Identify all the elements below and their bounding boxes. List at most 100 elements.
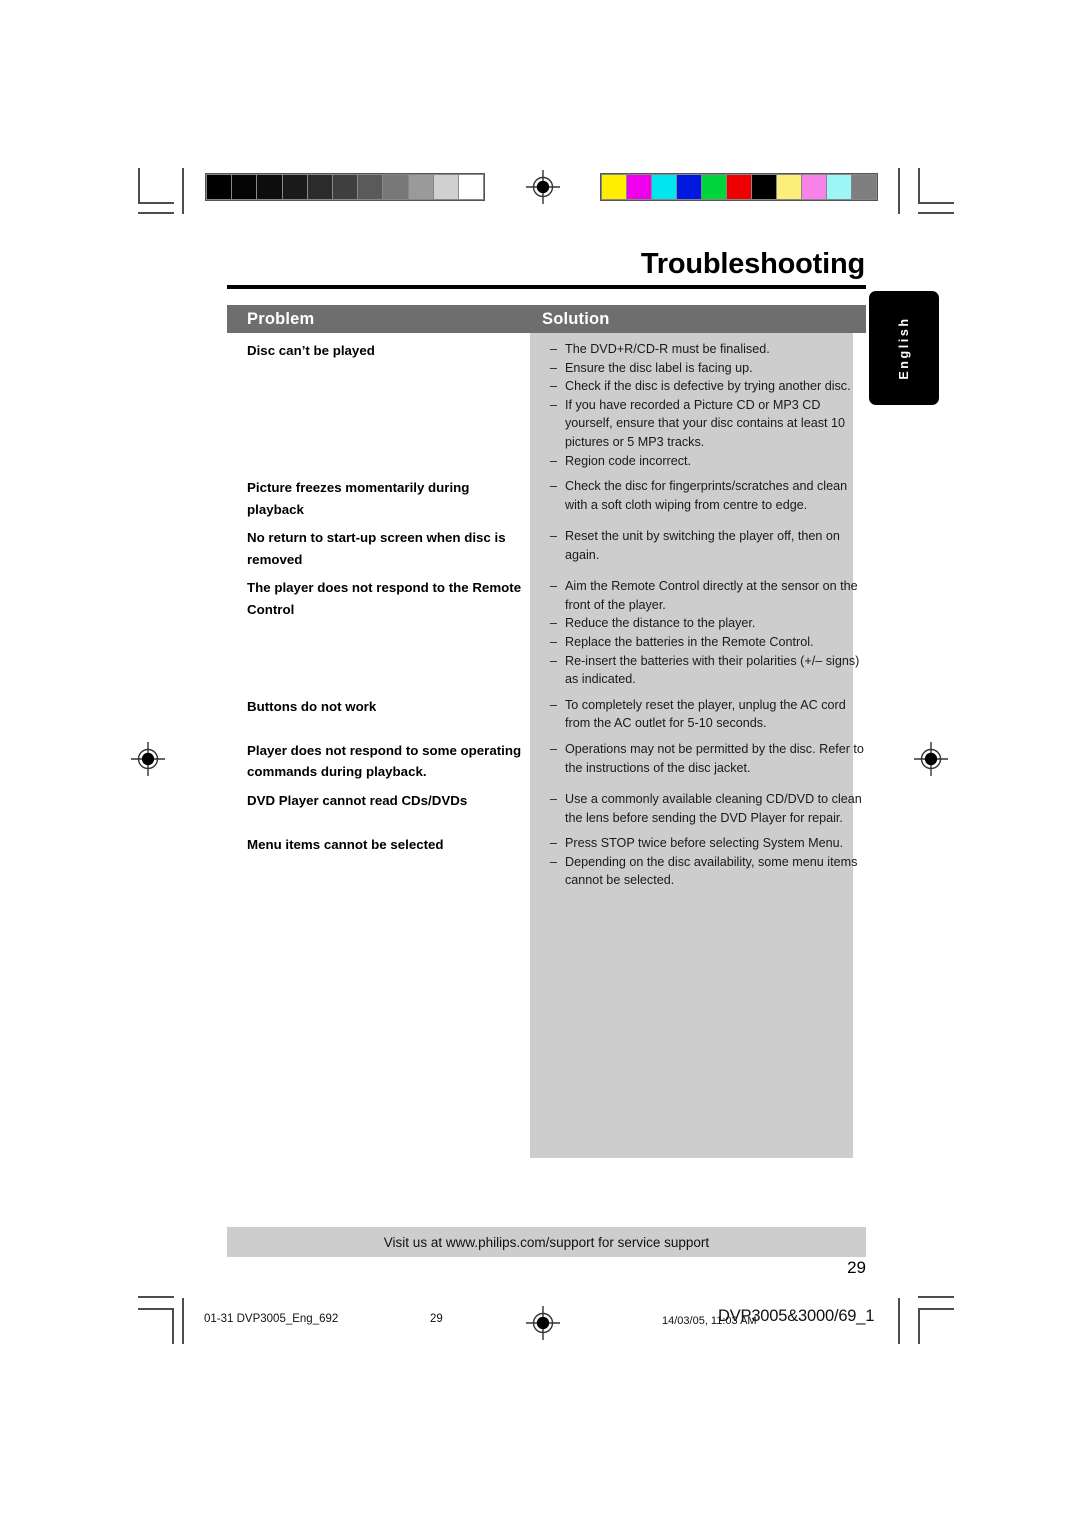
solution-cell: – Use a commonly available cleaning CD/DV… — [530, 783, 866, 827]
print-footer-document-id: DVP3005&3000/69_1 — [718, 1307, 875, 1325]
color-swatch — [852, 175, 876, 199]
solution-item-text: To completely reset the player, unplug t… — [565, 697, 846, 731]
solution-item-text: If you have recorded a Picture CD or MP3… — [565, 397, 846, 449]
solution-cell: – Press STOP twice before selecting Syste… — [530, 827, 866, 890]
color-swatch — [777, 175, 801, 199]
grayscale-swatch — [458, 175, 484, 199]
crop-mark-top-left-bar — [182, 168, 184, 214]
solution-item-text: Check if the disc is defective by trying… — [565, 379, 851, 394]
grayscale-swatch — [383, 175, 408, 199]
problem-cell: Player does not respond to some operatin… — [247, 742, 522, 780]
solution-item-text: Replace the batteries in the Remote Cont… — [565, 634, 814, 649]
bullet-dash-icon: – — [550, 342, 558, 356]
crop-mark-top-right-bar — [898, 168, 900, 214]
table-row: Disc can’t be played – The DVD+R/CD-R must… — [227, 333, 866, 470]
grayscale-swatch — [257, 175, 282, 199]
crop-mark-top-right-tick — [918, 212, 954, 214]
problem-cell: DVD Player cannot read CDs/DVDs — [247, 792, 468, 808]
solution-item-text: Press STOP twice before selecting System… — [565, 836, 844, 851]
solution-item-text: Aim the Remote Control directly at the s… — [565, 579, 858, 612]
table-row: Menu items cannot be selected – Press STOP… — [227, 827, 866, 890]
bullet-dash-icon: – — [550, 397, 558, 412]
problem-cell: Buttons do not work — [247, 698, 377, 714]
bullet-dash-icon: – — [550, 579, 558, 594]
crop-mark-bottom-left-tick — [138, 1296, 174, 1298]
color-swatch — [752, 175, 776, 199]
solution-item-text: The DVD+R/CD-R must be finalised. — [565, 342, 770, 356]
problem-cell: Disc can’t be played — [247, 343, 375, 358]
table-row: Picture freezes momentarily during playb… — [227, 470, 866, 520]
support-banner: Visit us at www.philips.com/support for … — [227, 1227, 866, 1257]
column-header-solution: Solution — [542, 309, 610, 328]
bullet-dash-icon: – — [550, 836, 558, 851]
grayscale-swatch — [433, 175, 458, 199]
color-swatch — [602, 175, 626, 199]
color-swatch — [802, 175, 826, 199]
solution-item-text: Ensure the disc label is facing up. — [565, 360, 753, 375]
solution-item: – Ensure the disc label is facing up. — [550, 359, 866, 378]
grayscale-swatch — [358, 175, 383, 199]
bullet-dash-icon: – — [550, 697, 558, 712]
grayscale-swatch — [307, 175, 332, 199]
problem-cell: The player does not respond to the Remot… — [247, 580, 522, 617]
grayscale-swatch — [232, 175, 257, 199]
solution-item: – Check if the disc is defective by tryin… — [550, 377, 866, 396]
crop-mark-bottom-left-vertical — [172, 1308, 174, 1344]
problem-cell: Picture freezes momentarily during playb… — [247, 480, 470, 517]
solution-item-text: Depending on the disc availability, some… — [565, 854, 858, 888]
solution-item: – Region code incorrect. — [550, 452, 866, 471]
solution-item-text: Operations may not be permitted by the d… — [565, 741, 864, 775]
solution-cell: – The DVD+R/CD-R must be finalised. – Ensur… — [530, 333, 866, 470]
grayscale-swatch — [332, 175, 358, 199]
registration-mark-top-center — [526, 170, 560, 204]
troubleshooting-table: Problem Solution — [227, 305, 866, 333]
solution-item: – Press STOP twice before selecting Syste… — [550, 834, 866, 853]
language-tab-english: English — [869, 291, 939, 405]
bullet-dash-icon: – — [550, 616, 558, 631]
table-row: DVD Player cannot read CDs/DVDs – Use a co… — [227, 783, 866, 827]
solution-item: – To completely reset the player, unplug … — [550, 696, 866, 733]
crop-mark-top-left-tick — [138, 212, 174, 214]
bullet-dash-icon: – — [550, 529, 558, 544]
column-header-problem: Problem — [247, 309, 315, 328]
registration-mark-bottom-center — [526, 1306, 560, 1340]
color-swatch — [827, 175, 851, 199]
bullet-dash-icon: – — [550, 741, 558, 756]
color-swatch — [702, 175, 726, 199]
solution-item-text: Use a commonly available cleaning CD/DVD… — [565, 791, 862, 825]
grayscale-calibration-bar — [205, 173, 485, 201]
table-row: The player does not respond to the Remot… — [227, 570, 866, 689]
crop-mark-top-left-vertical — [138, 168, 140, 204]
color-calibration-bar — [600, 173, 878, 201]
print-footer-page-number: 29 — [430, 1313, 443, 1325]
table-row: No return to start-up screen when disc i… — [227, 520, 866, 570]
crop-mark-bottom-right-horizontal — [918, 1308, 954, 1310]
solution-cell: – To completely reset the player, unplug … — [530, 689, 866, 733]
color-swatch — [677, 175, 701, 199]
solution-cell: – Reset the unit by switching the player … — [530, 520, 866, 564]
solution-item: – Reset the unit by switching the player … — [550, 527, 866, 564]
table-row: Player does not respond to some operatin… — [227, 733, 866, 783]
solution-item: – Use a commonly available cleaning CD/DV… — [550, 790, 866, 827]
table-row: Buttons do not work – To completely reset … — [227, 689, 866, 733]
crop-mark-bottom-right-vertical — [918, 1308, 920, 1344]
crop-mark-bottom-right-tick — [918, 1296, 954, 1298]
problem-cell: No return to start-up screen when disc i… — [247, 530, 506, 567]
crop-mark-top-right-vertical — [918, 168, 920, 204]
solution-item: – Depending on the disc availability, som… — [550, 853, 866, 890]
bullet-dash-icon: – — [550, 453, 558, 468]
problem-cell: Menu items cannot be selected — [247, 837, 444, 853]
bullet-dash-icon: – — [550, 854, 558, 869]
title-divider — [227, 285, 866, 289]
color-swatch — [627, 175, 651, 199]
crop-mark-bottom-left-bar — [182, 1298, 184, 1344]
document-page: Troubleshooting English Problem Solution… — [0, 0, 1080, 1528]
troubleshooting-table-body: Disc can’t be played – The DVD+R/CD-R must… — [227, 333, 866, 890]
registration-mark-right-center — [914, 742, 948, 776]
grayscale-swatch — [408, 175, 433, 199]
solution-item: – Operations may not be permitted by the … — [550, 740, 866, 777]
solution-item-text: Check the disc for fingerprints/scratche… — [565, 479, 848, 512]
solution-cell: – Aim the Remote Control directly at the … — [530, 570, 866, 689]
support-banner-text: Visit us at www.philips.com/support for … — [383, 1234, 710, 1250]
grayscale-swatch — [282, 175, 307, 199]
